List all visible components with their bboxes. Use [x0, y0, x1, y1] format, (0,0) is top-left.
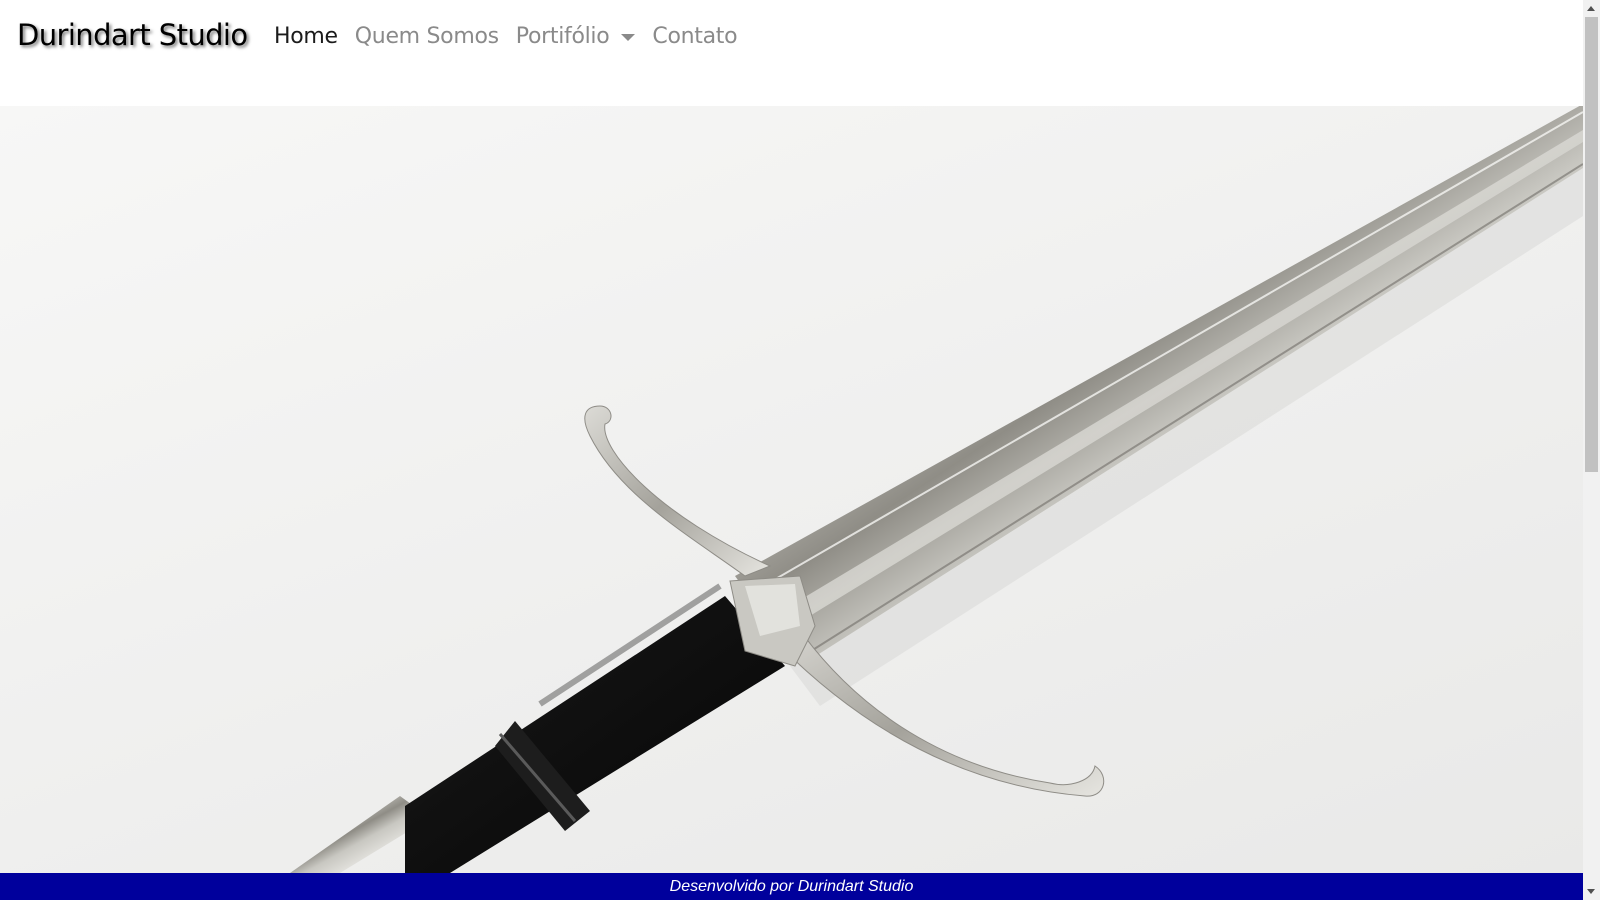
navbar: Durindart Studio Home Quem Somos Portifó…: [0, 0, 1583, 106]
sword-image: [290, 106, 1583, 873]
nav-dropdown-portfolio[interactable]: Portifólio: [516, 24, 636, 49]
nav-menu: Home Quem Somos Portifólio Contato: [274, 24, 754, 49]
nav-dropdown-portfolio-label: Portifólio: [515, 24, 610, 49]
nav-link-home[interactable]: Home: [274, 24, 338, 49]
caret-down-icon: [621, 34, 636, 41]
brand-logo[interactable]: Durindart Studio: [17, 18, 248, 52]
scrollbar-thumb[interactable]: [1585, 17, 1598, 472]
hero-banner: [0, 106, 1583, 873]
nav-link-contato[interactable]: Contato: [652, 24, 737, 49]
vertical-scrollbar[interactable]: [1583, 0, 1600, 900]
nav-link-quem-somos[interactable]: Quem Somos: [355, 24, 499, 49]
scroll-down-arrow-icon[interactable]: [1587, 889, 1595, 894]
footer-credit: Desenvolvido por Durindart Studio: [669, 878, 914, 895]
page: Durindart Studio Home Quem Somos Portifó…: [0, 0, 1600, 900]
scroll-up-arrow-icon[interactable]: [1587, 6, 1595, 11]
footer: Desenvolvido por Durindart Studio: [0, 873, 1583, 900]
